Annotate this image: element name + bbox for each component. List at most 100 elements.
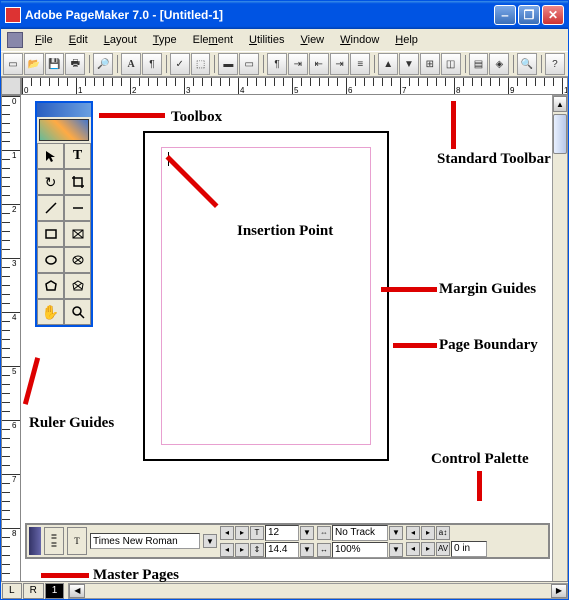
toolbar-stroke[interactable]: ▭ xyxy=(239,53,259,75)
leading-increase[interactable]: ▸ xyxy=(235,543,249,557)
standard-toolbar: ▭ 📂 💾 🖶 🔎 A ¶ ✓ ⬚ ▬ ▭ ¶ ⇥ ⇤ ⇥ ≡ ▲ ▼ ⊞ ◫ … xyxy=(1,51,568,77)
width-dropdown-icon[interactable]: ▼ xyxy=(389,543,403,557)
scroll-up-icon[interactable]: ▲ xyxy=(553,96,567,112)
toolbar-pilcrow[interactable]: ¶ xyxy=(267,53,287,75)
toolbar-spell[interactable]: ✓ xyxy=(170,53,190,75)
rectangle-tool[interactable] xyxy=(37,221,64,247)
width-field[interactable] xyxy=(332,542,388,558)
vertical-scrollbar[interactable]: ▲ ▼ xyxy=(552,95,568,599)
margin-guides xyxy=(161,147,371,445)
menubar: FFileile Edit Layout Type Element Utilit… xyxy=(1,29,568,51)
rotate-tool[interactable]: ↻ xyxy=(37,169,64,195)
toolbar-front[interactable]: ▲ xyxy=(378,53,398,75)
polygon-frame-tool[interactable] xyxy=(64,273,91,299)
font-field[interactable] xyxy=(90,533,200,549)
menu-file[interactable]: FFileile xyxy=(27,32,61,48)
polygon-tool[interactable] xyxy=(37,273,64,299)
toolbar-tab[interactable]: ⇥ xyxy=(288,53,308,75)
toolbar-textwrap[interactable]: ◫ xyxy=(441,53,461,75)
scroll-thumb[interactable] xyxy=(553,114,567,154)
close-button[interactable]: ✕ xyxy=(542,5,564,25)
toolbar-back[interactable]: ▼ xyxy=(399,53,419,75)
toolbar-save[interactable]: 💾 xyxy=(45,53,65,75)
hand-tool[interactable]: ✋ xyxy=(37,299,64,325)
horizontal-scrollbar[interactable]: ◀ ▶ xyxy=(68,583,568,599)
font-dropdown-icon[interactable]: ▼ xyxy=(203,534,217,548)
size-decrease[interactable]: ◂ xyxy=(220,526,234,540)
horizontal-ruler[interactable]: 012345678910 xyxy=(21,77,568,95)
size-increase[interactable]: ▸ xyxy=(235,526,249,540)
kern-increase[interactable]: ▸ xyxy=(421,526,435,540)
kern-decrease2[interactable]: ◂ xyxy=(406,542,420,556)
size-field[interactable] xyxy=(265,525,299,541)
vertical-ruler[interactable]: 012345678910 xyxy=(1,95,21,599)
toolbar-char[interactable]: A xyxy=(121,53,141,75)
toolbar-outdent[interactable]: ⇤ xyxy=(309,53,329,75)
scroll-left-icon[interactable]: ◀ xyxy=(69,584,85,598)
track-icon: ⇔ xyxy=(317,526,331,540)
palette-close[interactable] xyxy=(29,527,41,555)
annotation-master-pages: Master Pages xyxy=(93,567,179,584)
paragraph-mode-button[interactable]: ≣≣ xyxy=(44,527,64,555)
toolbar-para[interactable]: ¶ xyxy=(142,53,162,75)
ellipse-tool[interactable] xyxy=(37,247,64,273)
menu-type[interactable]: Type xyxy=(145,32,185,48)
toolbox-preview xyxy=(39,119,89,141)
kern-icon: AV xyxy=(436,542,450,556)
toolbar-align[interactable]: ≡ xyxy=(350,53,370,75)
window-controls: ‒ ❐ ✕ xyxy=(494,5,564,25)
toolbar-new[interactable]: ▭ xyxy=(3,53,23,75)
size-dropdown-icon[interactable]: ▼ xyxy=(300,526,314,540)
zoom-tool[interactable] xyxy=(64,299,91,325)
menu-layout[interactable]: Layout xyxy=(96,32,145,48)
callout-line xyxy=(23,357,40,405)
toolbar-zoom[interactable]: 🔍 xyxy=(517,53,537,75)
page-1-tab[interactable]: 1 xyxy=(45,583,65,599)
minimize-button[interactable]: ‒ xyxy=(494,5,516,25)
menu-utilities[interactable]: Utilities xyxy=(241,32,292,48)
menu-window[interactable]: Window xyxy=(332,32,387,48)
toolbox-palette: T ↻ ✋ xyxy=(35,101,93,327)
toolbar-help[interactable]: ? xyxy=(545,53,565,75)
text-tool[interactable]: T xyxy=(64,143,91,169)
leading-decrease[interactable]: ◂ xyxy=(220,543,234,557)
toolbar-print[interactable]: 🖶 xyxy=(65,53,85,75)
track-dropdown-icon[interactable]: ▼ xyxy=(389,526,403,540)
tracking-field[interactable] xyxy=(332,525,388,541)
menu-element[interactable]: Element xyxy=(185,32,241,48)
leading-dropdown-icon[interactable]: ▼ xyxy=(300,543,314,557)
page[interactable] xyxy=(143,131,389,461)
line-tool[interactable] xyxy=(37,195,64,221)
crop-tool[interactable] xyxy=(64,169,91,195)
toolbar-open[interactable]: 📂 xyxy=(24,53,44,75)
kerning-field[interactable] xyxy=(451,541,487,557)
page-bar: L R 1 ◀ ▶ xyxy=(1,581,568,599)
ellipse-frame-tool[interactable] xyxy=(64,247,91,273)
toolbar-find[interactable]: 🔎 xyxy=(93,53,113,75)
toolbox-titlebar[interactable] xyxy=(37,103,91,117)
window-title: Adobe PageMaker 7.0 - [Untitled-1] xyxy=(25,8,494,22)
char-mode-button[interactable]: T xyxy=(67,527,87,555)
ruler-origin[interactable] xyxy=(1,77,21,95)
document-icon[interactable] xyxy=(7,32,23,48)
toolbar-indent[interactable]: ⇥ xyxy=(330,53,350,75)
master-left-tab[interactable]: L xyxy=(2,583,22,599)
toolbar-pict[interactable]: ▤ xyxy=(469,53,489,75)
toolbar-plugin[interactable]: ◈ xyxy=(489,53,509,75)
toolbar-group[interactable]: ⊞ xyxy=(420,53,440,75)
menu-view[interactable]: View xyxy=(292,32,332,48)
master-right-tab[interactable]: R xyxy=(23,583,44,599)
scroll-right-icon[interactable]: ▶ xyxy=(551,584,567,598)
leading-field[interactable] xyxy=(265,542,299,558)
pointer-tool[interactable] xyxy=(37,143,64,169)
app-window: Adobe PageMaker 7.0 - [Untitled-1] ‒ ❐ ✕… xyxy=(0,0,569,600)
toolbar-link[interactable]: ⬚ xyxy=(191,53,211,75)
menu-help[interactable]: Help xyxy=(387,32,426,48)
rectangle-frame-tool[interactable] xyxy=(64,221,91,247)
kern-increase2[interactable]: ▸ xyxy=(421,542,435,556)
menu-edit[interactable]: Edit xyxy=(61,32,96,48)
toolbar-fill[interactable]: ▬ xyxy=(218,53,238,75)
maximize-button[interactable]: ❐ xyxy=(518,5,540,25)
kern-decrease[interactable]: ◂ xyxy=(406,526,420,540)
constrained-line-tool[interactable] xyxy=(64,195,91,221)
